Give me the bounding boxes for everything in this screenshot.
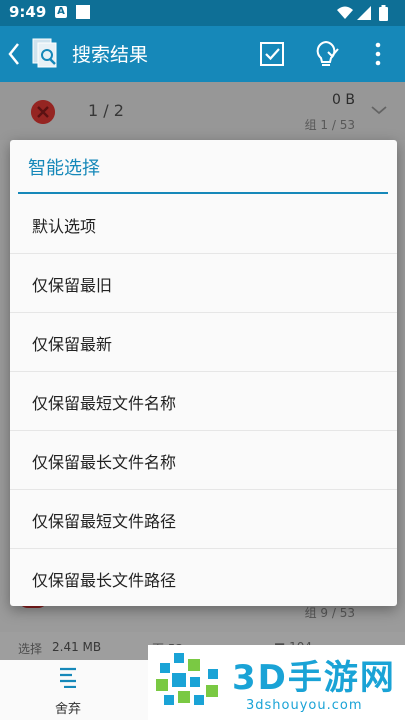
option-keep-longest-path[interactable]: 仅保留最长文件路径 bbox=[10, 549, 397, 607]
discard-icon[interactable] bbox=[56, 666, 80, 688]
wifi-icon bbox=[337, 6, 353, 19]
option-label: 仅保留最短文件路径 bbox=[32, 512, 177, 531]
status-icons bbox=[337, 5, 388, 21]
dialog-title: 智能选择 bbox=[28, 158, 100, 179]
option-label: 仅保留最短文件名称 bbox=[32, 394, 177, 413]
option-keep-newest[interactable]: 仅保留最新 bbox=[10, 313, 397, 372]
option-keep-shortest-path[interactable]: 仅保留最短文件路径 bbox=[10, 490, 397, 549]
battery-icon bbox=[379, 7, 388, 21]
option-keep-shortest-name[interactable]: 仅保留最短文件名称 bbox=[10, 372, 397, 431]
option-default[interactable]: 默认选项 bbox=[10, 195, 397, 254]
app-logo-icon bbox=[32, 38, 57, 68]
app-bar: 搜索结果 bbox=[0, 26, 405, 82]
dialog-title-divider bbox=[18, 192, 388, 194]
watermark-text: 3D手游网 bbox=[232, 658, 396, 698]
option-label: 仅保留最长文件路径 bbox=[32, 571, 177, 590]
back-arrow-icon[interactable] bbox=[6, 40, 22, 68]
page-title: 搜索结果 bbox=[72, 44, 149, 66]
more-options-icon[interactable] bbox=[362, 38, 394, 70]
select-all-checkbox-icon[interactable] bbox=[256, 38, 288, 70]
option-label: 仅保留最长文件名称 bbox=[32, 453, 177, 472]
signal-icon bbox=[357, 6, 371, 20]
watermark-url: 3dshouyou.com bbox=[246, 698, 363, 713]
discard-button[interactable]: 舍弃 bbox=[55, 698, 81, 717]
option-label: 仅保留最新 bbox=[32, 335, 113, 354]
option-keep-longest-name[interactable]: 仅保留最长文件名称 bbox=[10, 431, 397, 490]
option-label: 默认选项 bbox=[32, 217, 97, 236]
smart-select-dialog: 智能选择 默认选项 仅保留最旧 仅保留最新 仅保留最短文件名称 仅保留最长文件名… bbox=[10, 140, 397, 606]
smart-select-bulb-icon[interactable] bbox=[310, 38, 342, 70]
notification-square-icon bbox=[76, 5, 90, 19]
status-bar: 9:49 A bbox=[0, 0, 405, 26]
option-label: 仅保留最旧 bbox=[32, 276, 113, 295]
option-keep-oldest[interactable]: 仅保留最旧 bbox=[10, 254, 397, 313]
status-time: 9:49 bbox=[9, 3, 47, 21]
notification-a-icon: A bbox=[55, 6, 67, 18]
